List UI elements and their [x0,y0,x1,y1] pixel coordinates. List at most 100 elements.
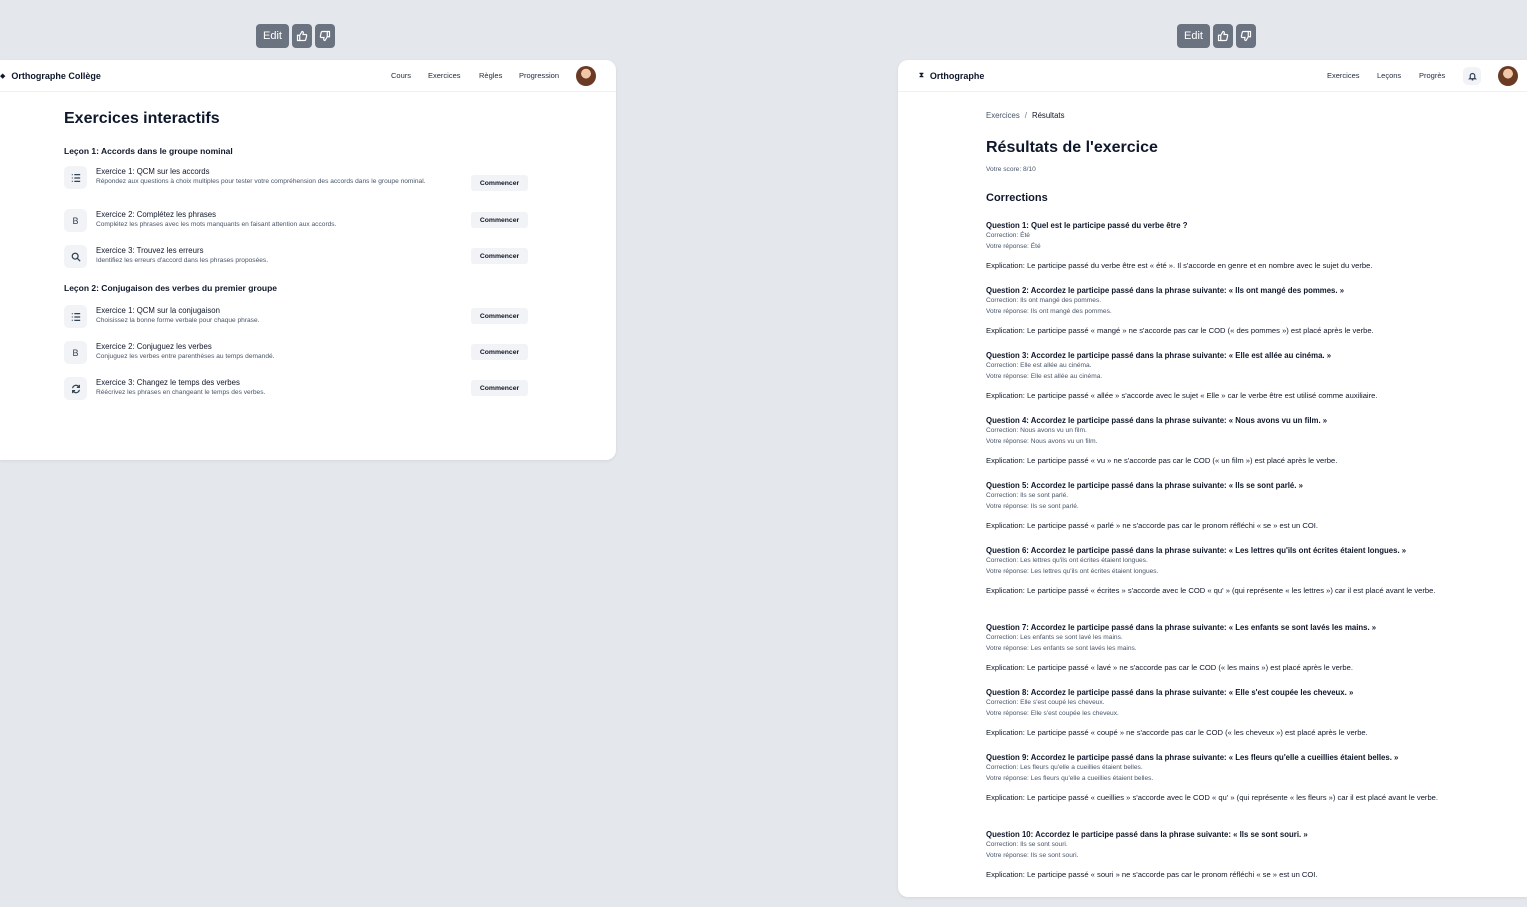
question-answer: Votre réponse: Les enfants se sont lavés… [986,644,1137,652]
breadcrumb: Exercices / Résultats [986,111,1064,120]
nav-link-regles[interactable]: Règles [479,71,502,80]
nav-link-exercices[interactable]: Exercices [428,71,461,80]
nav-link-progression[interactable]: Progression [519,71,559,80]
question-answer: Votre réponse: Elle est allée au cinéma. [986,372,1103,380]
breadcrumb-current: Résultats [1031,111,1065,120]
question-correction: Correction: Elle s'est coupé les cheveux… [986,699,1105,706]
start-button[interactable]: Commencer [471,212,528,228]
thumbs-down-button[interactable] [1235,24,1256,48]
logo-icon: ⧗ [919,71,924,79]
question-title: Question 1: Quel est le participe passé … [986,221,1188,230]
score-text: Votre score: 8/10 [986,166,1036,173]
results-window: ⧗ Orthographe Exercices Leçons Progrès E… [898,60,1527,897]
logo-icon: ◆ [0,72,6,80]
question-title: Question 4: Accordez le participe passé … [986,416,1328,425]
refresh-icon [64,377,87,400]
question-correction: Correction: Les lettres qu'ils ont écrit… [986,557,1148,564]
question-answer: Votre réponse: Ils ont mangé des pommes. [986,307,1112,315]
thumbs-up-button[interactable] [1212,24,1233,48]
list-icon [64,166,87,189]
feedback-toolbar-left: Edit [256,24,335,48]
breadcrumb-link-exercices[interactable]: Exercices [986,111,1020,120]
bell-icon [1467,72,1477,80]
question-title: Question 2: Accordez le participe passé … [986,286,1345,295]
nav-link-exercices[interactable]: Exercices [1327,71,1360,80]
question-explanation: Explication: Le participe passé « écrite… [986,586,1436,595]
exercise-row: Exercice 1: QCM sur les accords Répondez… [64,166,528,191]
exercise-row: B Exercice 2: Conjuguez les verbes Conju… [64,341,528,364]
exercise-description: Choisissez la bonne forme verbale pour c… [96,317,260,324]
question-answer: Votre réponse: Été [986,242,1041,250]
question-correction: Correction: Les fleurs qu'elle a cueilli… [986,764,1143,771]
question-answer: Votre réponse: Ils se sont souri. [986,851,1079,859]
thumbs-down-button[interactable] [314,24,335,48]
question-answer: Votre réponse: Nous avons vu un film. [986,437,1098,445]
question-explanation: Explication: Le participe passé « cueill… [986,793,1439,802]
question-correction: Correction: Ils se sont parlé. [986,492,1069,499]
thumbs-up-icon [1217,30,1229,42]
question-correction: Correction: Ils se sont souri. [986,841,1068,848]
feedback-toolbar-right: Edit [1177,24,1256,48]
exercise-title: Exercice 3: Trouvez les erreurs [96,246,204,255]
question-result: Question 6: Accordez le participe passé … [986,545,1451,597]
question-answer: Votre réponse: Les fleurs qu'elle a cuei… [986,774,1154,782]
top-nav: ◆ Orthographe Collège Cours Exercices Rè… [0,60,616,92]
start-button[interactable]: Commencer [471,344,528,360]
exercise-title: Exercice 2: Complétez les phrases [96,210,217,219]
avatar[interactable] [1498,66,1518,86]
lesson-title: Leçon 2: Conjugaison des verbes du premi… [64,283,278,293]
exercise-row: B Exercice 2: Complétez les phrases Comp… [64,209,528,232]
question-result: Question 8: Accordez le participe passé … [986,687,1451,739]
exercise-title: Exercice 1: QCM sur la conjugaison [96,306,220,315]
question-explanation: Explication: Le participe passé « coupé … [986,728,1368,737]
thumbs-up-icon [296,30,308,42]
exercises-window: ◆ Orthographe Collège Cours Exercices Rè… [0,60,616,460]
nav-link-cours[interactable]: Cours [391,71,411,80]
question-explanation: Explication: Le participe passé « mangé … [986,326,1374,335]
question-explanation: Explication: Le participe passé « allée … [986,391,1378,400]
thumbs-up-button[interactable] [291,24,312,48]
section-title: Corrections [986,192,1048,204]
question-title: Question 9: Accordez le participe passé … [986,753,1399,762]
question-result: Question 1: Quel est le participe passé … [986,220,1451,272]
start-button[interactable]: Commencer [471,175,528,191]
edit-button[interactable]: Edit [1177,24,1210,48]
question-answer: Votre réponse: Les lettres qu'ils ont éc… [986,567,1159,575]
exercise-row: Exercice 3: Trouvez les erreurs Identifi… [64,245,528,268]
question-title: Question 8: Accordez le participe passé … [986,688,1354,697]
search-icon [64,245,87,268]
start-button[interactable]: Commencer [471,248,528,264]
exercise-description: Réécrivez les phrases en changeant le te… [96,389,266,396]
question-title: Question 10: Accordez le participe passé… [986,830,1308,839]
nav-link-lecons[interactable]: Leçons [1377,71,1401,80]
question-title: Question 6: Accordez le participe passé … [986,546,1407,555]
notifications-button[interactable] [1463,67,1481,85]
question-correction: Correction: Nous avons vu un film. [986,427,1087,434]
brand[interactable]: ⧗ Orthographe [919,71,984,81]
brand-name: Orthographe Collège [11,70,101,81]
top-nav: ⧗ Orthographe Exercices Leçons Progrès [898,60,1527,92]
page-title: Exercices interactifs [64,110,220,127]
question-result: Question 3: Accordez le participe passé … [986,350,1451,402]
bold-b-icon: B [64,341,87,364]
exercise-title: Exercice 2: Conjuguez les verbes [96,342,212,351]
question-correction: Correction: Les enfants se sont lavé les… [986,634,1123,641]
edit-button[interactable]: Edit [256,24,289,48]
list-icon [64,305,87,328]
exercise-row: Exercice 3: Changez le temps des verbes … [64,377,528,400]
question-explanation: Explication: Le participe passé « lavé »… [986,663,1353,672]
question-answer: Votre réponse: Ils se sont parlé. [986,502,1079,510]
question-explanation: Explication: Le participe passé « vu » n… [986,456,1338,465]
avatar[interactable] [576,66,596,86]
thumbs-down-icon [1240,30,1252,42]
brand[interactable]: ◆ Orthographe Collège [0,71,101,81]
nav-link-progres[interactable]: Progrès [1419,71,1445,80]
start-button[interactable]: Commencer [471,308,528,324]
start-button[interactable]: Commencer [471,380,528,396]
exercise-description: Identifiez les erreurs d'accord dans les… [96,257,269,264]
page-title: Résultats de l'exercice [986,139,1158,156]
question-correction: Correction: Elle est allée au cinéma. [986,362,1092,369]
question-explanation: Explication: Le participe passé « parlé … [986,521,1318,530]
lesson-title: Leçon 1: Accords dans le groupe nominal [64,146,233,156]
brand-name: Orthographe [929,70,985,81]
